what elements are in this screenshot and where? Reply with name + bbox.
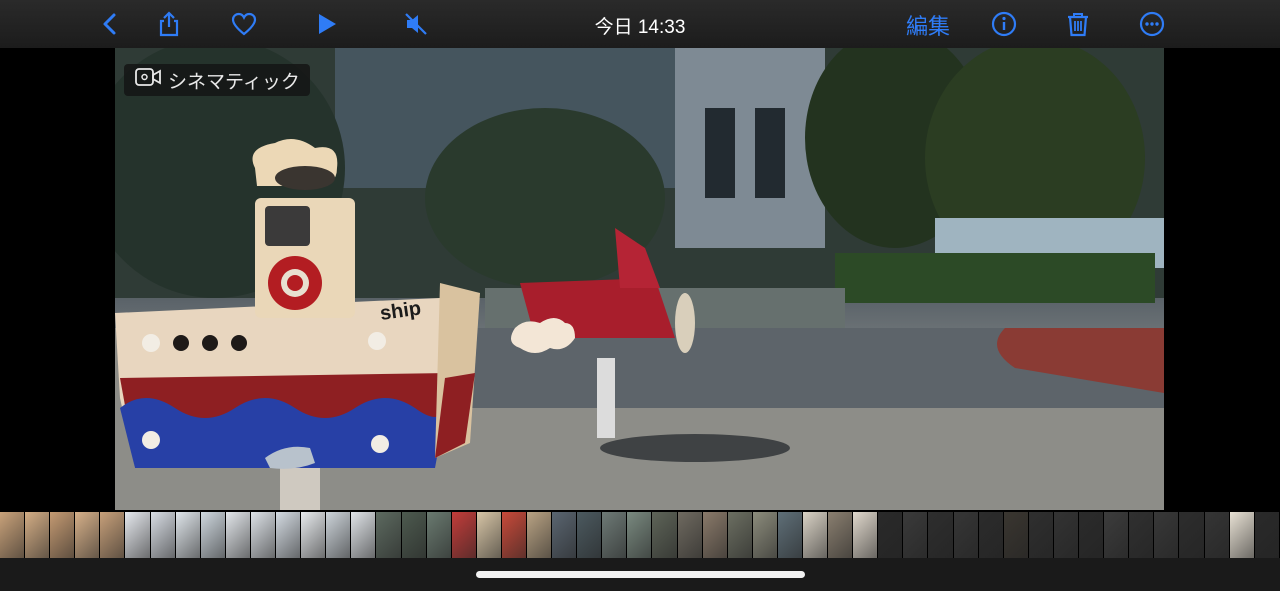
- edit-button[interactable]: 編集: [906, 9, 950, 41]
- filmstrip-thumbnail[interactable]: [777, 512, 803, 558]
- filmstrip-thumbnail[interactable]: [0, 512, 26, 558]
- mute-icon[interactable]: [400, 8, 432, 40]
- filmstrip-thumbnail[interactable]: [1254, 512, 1280, 558]
- filmstrip-thumbnail[interactable]: [501, 512, 527, 558]
- cinematic-camera-icon: [134, 66, 162, 94]
- filmstrip-thumbnail[interactable]: [878, 512, 904, 558]
- filmstrip-thumbnail[interactable]: [552, 512, 578, 558]
- filmstrip-thumbnail[interactable]: [75, 512, 101, 558]
- heart-icon[interactable]: [228, 8, 260, 40]
- filmstrip-thumbnail[interactable]: [1179, 512, 1205, 558]
- filmstrip-thumbnail[interactable]: [225, 512, 251, 558]
- home-indicator[interactable]: [476, 571, 805, 578]
- more-icon[interactable]: [1136, 8, 1168, 40]
- filmstrip-thumbnail[interactable]: [150, 512, 176, 558]
- filmstrip-thumbnail[interactable]: [1079, 512, 1105, 558]
- photo-viewer[interactable]: ship シネマティック: [115, 48, 1164, 510]
- filmstrip-thumbnail[interactable]: [50, 512, 76, 558]
- filmstrip-thumbnail[interactable]: [577, 512, 603, 558]
- filmstrip-thumbnail[interactable]: [803, 512, 829, 558]
- filmstrip-thumbnail[interactable]: [752, 512, 778, 558]
- cinematic-badge[interactable]: シネマティック: [124, 64, 310, 96]
- filmstrip-thumbnail[interactable]: [1104, 512, 1130, 558]
- filmstrip-thumbnail[interactable]: [1154, 512, 1180, 558]
- playground-photo: ship: [115, 48, 1164, 510]
- filmstrip-thumbnail[interactable]: [326, 512, 352, 558]
- back-chevron-icon[interactable]: [94, 8, 126, 40]
- filmstrip-thumbnail[interactable]: [351, 512, 377, 558]
- trash-icon[interactable]: [1062, 8, 1094, 40]
- filmstrip-thumbnail[interactable]: [451, 512, 477, 558]
- filmstrip-thumbnail[interactable]: [1053, 512, 1080, 558]
- filmstrip-thumbnail[interactable]: [276, 512, 302, 558]
- filmstrip-thumbnail[interactable]: [978, 512, 1004, 558]
- share-icon[interactable]: [153, 8, 185, 40]
- filmstrip-thumbnail[interactable]: [1028, 512, 1054, 558]
- filmstrip-thumbnail[interactable]: [100, 512, 126, 558]
- thumbnail-filmstrip[interactable]: [0, 512, 1280, 558]
- filmstrip-thumbnail[interactable]: [903, 512, 929, 558]
- filmstrip-thumbnail[interactable]: [401, 512, 427, 558]
- filmstrip-thumbnail[interactable]: [677, 512, 703, 558]
- filmstrip-thumbnail[interactable]: [1003, 512, 1029, 558]
- filmstrip-thumbnail[interactable]: [1129, 512, 1155, 558]
- filmstrip-thumbnail[interactable]: [627, 512, 653, 558]
- filmstrip-thumbnail[interactable]: [1229, 512, 1255, 558]
- filmstrip-thumbnail[interactable]: [727, 512, 753, 558]
- filmstrip-thumbnail[interactable]: [476, 512, 502, 558]
- filmstrip-thumbnail[interactable]: [853, 512, 879, 558]
- filmstrip-thumbnail[interactable]: [652, 512, 678, 558]
- filmstrip-thumbnail[interactable]: [426, 512, 452, 558]
- filmstrip-thumbnail[interactable]: [25, 512, 51, 558]
- info-icon[interactable]: [988, 8, 1020, 40]
- filmstrip-thumbnail[interactable]: [125, 512, 151, 558]
- cinematic-badge-label: シネマティック: [168, 71, 300, 93]
- filmstrip-thumbnail[interactable]: [301, 512, 327, 558]
- filmstrip-thumbnail[interactable]: [702, 512, 728, 558]
- filmstrip-thumbnail[interactable]: [602, 512, 628, 558]
- filmstrip-thumbnail[interactable]: [828, 512, 854, 558]
- photo-date-title: 今日 14:33: [594, 17, 686, 38]
- filmstrip-thumbnail[interactable]: [1204, 512, 1230, 558]
- top-toolbar: 今日 14:33 編集: [0, 0, 1280, 48]
- filmstrip-thumbnail[interactable]: [250, 512, 277, 558]
- filmstrip-thumbnail[interactable]: [928, 512, 954, 558]
- filmstrip-thumbnail[interactable]: [200, 512, 226, 558]
- filmstrip-thumbnail[interactable]: [376, 512, 402, 558]
- filmstrip-thumbnail[interactable]: [175, 512, 201, 558]
- filmstrip-thumbnail[interactable]: [526, 512, 553, 558]
- play-icon[interactable]: [310, 8, 342, 40]
- filmstrip-thumbnail[interactable]: [953, 512, 979, 558]
